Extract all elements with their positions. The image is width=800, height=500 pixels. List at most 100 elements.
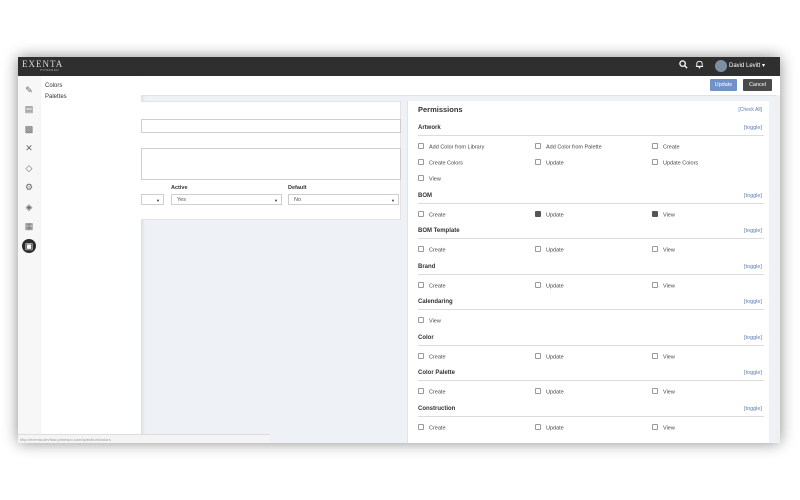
permission-checkbox[interactable] [418, 353, 424, 359]
book-icon[interactable]: ▤ [23, 103, 35, 115]
avatar[interactable] [715, 60, 727, 72]
permission-checkbox[interactable] [535, 424, 541, 430]
permission-option[interactable]: Update [535, 159, 564, 166]
permission-label: Create [429, 389, 446, 396]
permission-checkbox[interactable] [418, 317, 424, 323]
section-title: Calendaring [418, 299, 453, 305]
permission-option[interactable]: View [418, 317, 441, 324]
menu-item-palettes[interactable]: Palettes [45, 94, 67, 100]
status-url: http://exenta.devflow.plmexpo.com/spectr… [18, 434, 270, 443]
bell-icon[interactable] [693, 60, 705, 72]
permission-option[interactable]: Update Colors [652, 159, 698, 166]
user-menu[interactable]: David Levitt ▾ [729, 57, 765, 76]
permission-checkbox[interactable] [652, 388, 658, 394]
permission-checkbox[interactable] [652, 246, 658, 252]
permission-checkbox[interactable] [652, 143, 658, 149]
edit-icon[interactable]: ✎ [23, 84, 35, 96]
toggle-link[interactable]: [toggle] [744, 299, 762, 305]
tag2-icon[interactable]: ◈ [23, 201, 35, 213]
toggle-link[interactable]: [toggle] [744, 264, 762, 270]
permission-checkbox[interactable] [652, 424, 658, 430]
user-name: David Levitt [729, 63, 761, 69]
tools-icon[interactable]: ✕ [23, 142, 35, 154]
permission-checkbox[interactable] [652, 353, 658, 359]
permission-option[interactable]: Create Colors [418, 159, 463, 166]
permission-label: View [663, 354, 675, 361]
permission-option[interactable]: Update [535, 246, 564, 254]
permission-option[interactable]: Add Color from Library [418, 143, 484, 150]
section-title: Artwork [418, 125, 441, 131]
permission-option[interactable]: View [652, 211, 675, 219]
permission-checkbox[interactable] [418, 424, 424, 430]
permission-label: View [663, 212, 675, 219]
permission-option[interactable]: View [652, 246, 675, 253]
active-select[interactable]: Yes ▼ [171, 194, 282, 205]
permission-checkbox[interactable] [418, 282, 424, 288]
permission-checkbox[interactable] [652, 211, 658, 217]
active-label: Active [171, 185, 188, 191]
permission-checkbox[interactable] [535, 246, 541, 252]
permission-label: Create [429, 283, 446, 290]
permission-option[interactable]: Update [535, 282, 564, 289]
update-button[interactable]: Update [710, 79, 737, 91]
permission-checkbox[interactable] [535, 211, 541, 217]
permission-option[interactable]: View [652, 282, 675, 289]
tag-icon[interactable]: ◇ [23, 162, 35, 174]
toggle-link[interactable]: [toggle] [744, 193, 762, 199]
permission-option[interactable]: Update [535, 424, 564, 431]
permission-option[interactable]: Update [535, 388, 564, 395]
permission-label: Update [546, 247, 564, 254]
permission-option[interactable]: View [652, 388, 675, 395]
permission-option[interactable]: View [652, 424, 675, 432]
select-field[interactable]: ▼ [141, 194, 164, 205]
permission-checkbox[interactable] [652, 282, 658, 288]
scrollbar[interactable] [776, 95, 780, 443]
permission-checkbox[interactable] [652, 159, 658, 165]
palette-icon[interactable]: ▣ [22, 239, 36, 253]
permission-checkbox[interactable] [418, 159, 424, 165]
permission-checkbox[interactable] [535, 143, 541, 149]
permission-label: Create [429, 247, 446, 254]
section-title: Color [418, 335, 434, 341]
permissions-panel: Permissions [Check All] Artwork [toggle] A… [407, 101, 769, 443]
permission-option[interactable]: Create [652, 143, 680, 150]
search-icon[interactable] [677, 60, 689, 72]
permission-checkbox[interactable] [535, 282, 541, 288]
permission-checkbox[interactable] [535, 159, 541, 165]
permission-option[interactable]: Update [535, 211, 564, 218]
toggle-link[interactable]: [toggle] [744, 125, 762, 131]
permission-checkbox[interactable] [418, 175, 424, 181]
permission-label: View [663, 425, 675, 432]
permission-option[interactable]: Create [418, 246, 446, 254]
toggle-link[interactable]: [toggle] [744, 370, 762, 376]
permission-checkbox[interactable] [535, 388, 541, 394]
description-field[interactable] [141, 148, 401, 180]
toggle-link[interactable]: [toggle] [744, 335, 762, 341]
permission-option[interactable]: Create [418, 211, 446, 219]
gear-icon[interactable]: ⚙ [23, 181, 35, 193]
cancel-button[interactable]: Cancel [743, 79, 772, 91]
permission-option[interactable]: Create [418, 424, 446, 431]
permission-option[interactable]: Create [418, 388, 446, 396]
section-divider [418, 274, 764, 275]
menu-item-colors[interactable]: Colors [45, 83, 62, 89]
permission-checkbox[interactable] [418, 143, 424, 149]
permission-checkbox[interactable] [418, 388, 424, 394]
permission-checkbox[interactable] [418, 246, 424, 252]
image-icon[interactable]: ▩ [23, 123, 35, 135]
permission-option[interactable]: View [652, 353, 675, 361]
permission-label: Create [429, 212, 446, 219]
grid-icon[interactable]: ▦ [23, 220, 35, 232]
permission-option[interactable]: Add Color from Palette [535, 143, 602, 150]
check-all-link[interactable]: [Check All] [738, 107, 762, 113]
permission-checkbox[interactable] [535, 353, 541, 359]
name-field[interactable] [141, 119, 401, 133]
permission-option[interactable]: Create [418, 353, 446, 360]
permission-checkbox[interactable] [418, 211, 424, 217]
permission-option[interactable]: Update [535, 353, 564, 360]
permission-option[interactable]: Create [418, 282, 446, 290]
permission-option[interactable]: View [418, 175, 441, 182]
default-select[interactable]: No ▼ [288, 194, 399, 205]
toggle-link[interactable]: [toggle] [744, 228, 762, 234]
toggle-link[interactable]: [toggle] [744, 406, 762, 412]
